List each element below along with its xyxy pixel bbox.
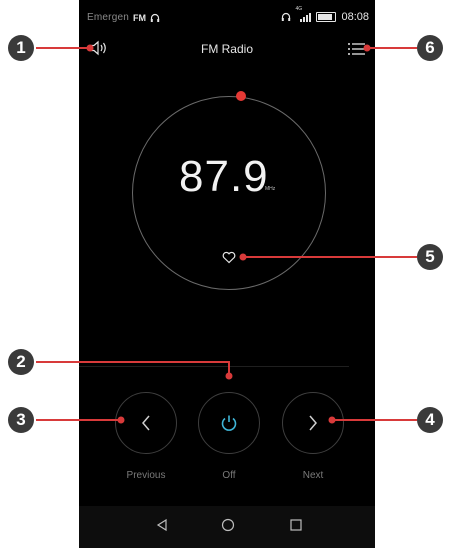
navigation-bar [79,506,375,548]
status-bar: Emergen FM 4G 08:08 [79,0,375,36]
callout-6: 6 [417,35,443,61]
favorite-button[interactable] [222,251,236,269]
menu-button[interactable] [347,42,367,61]
headset-icon [282,12,291,21]
back-triangle-icon [156,518,167,532]
chevron-right-icon [309,415,317,431]
menu-icon [348,43,365,55]
network-type: 4G [295,5,303,12]
phone-screen: Emergen FM 4G 08:08 FM Radio 87.9 MHz Pr… [79,0,375,548]
back-button[interactable] [155,518,169,537]
callout-4: 4 [417,407,443,433]
recents-button[interactable] [289,518,303,537]
status-left: Emergen FM [87,12,160,23]
next-button[interactable] [282,392,344,454]
app-bar: FM Radio [79,36,375,62]
carrier-text: Emergen [87,12,129,23]
home-button[interactable] [221,518,235,537]
battery-icon [316,12,337,22]
page-title: FM Radio [200,42,253,56]
home-circle-icon [221,518,235,532]
signal-indicator: 4G [295,6,312,22]
power-label: Off [222,470,236,481]
previous-label: Previous [126,470,166,481]
fm-badge: FM [132,12,146,23]
callout-1: 1 [8,35,34,61]
status-right: 4G 08:08 [281,6,369,23]
signal-bars-icon [300,12,312,22]
power-button[interactable] [198,392,260,454]
next-label: Next [302,470,324,481]
power-icon [221,415,237,431]
frequency-display: 87.9 [179,152,269,201]
status-time: 08:08 [341,11,369,23]
heart-icon [222,251,236,264]
frequency-unit: MHz [265,186,276,192]
callout-5: 5 [417,244,443,270]
chevron-left-icon [142,415,150,431]
recents-square-icon [290,519,302,531]
headset-icon [150,13,160,22]
callout-2: 2 [8,349,34,375]
divider [79,366,349,367]
tuning-dial-handle[interactable] [236,91,246,101]
previous-button[interactable] [115,392,177,454]
callout-3: 3 [8,407,34,433]
